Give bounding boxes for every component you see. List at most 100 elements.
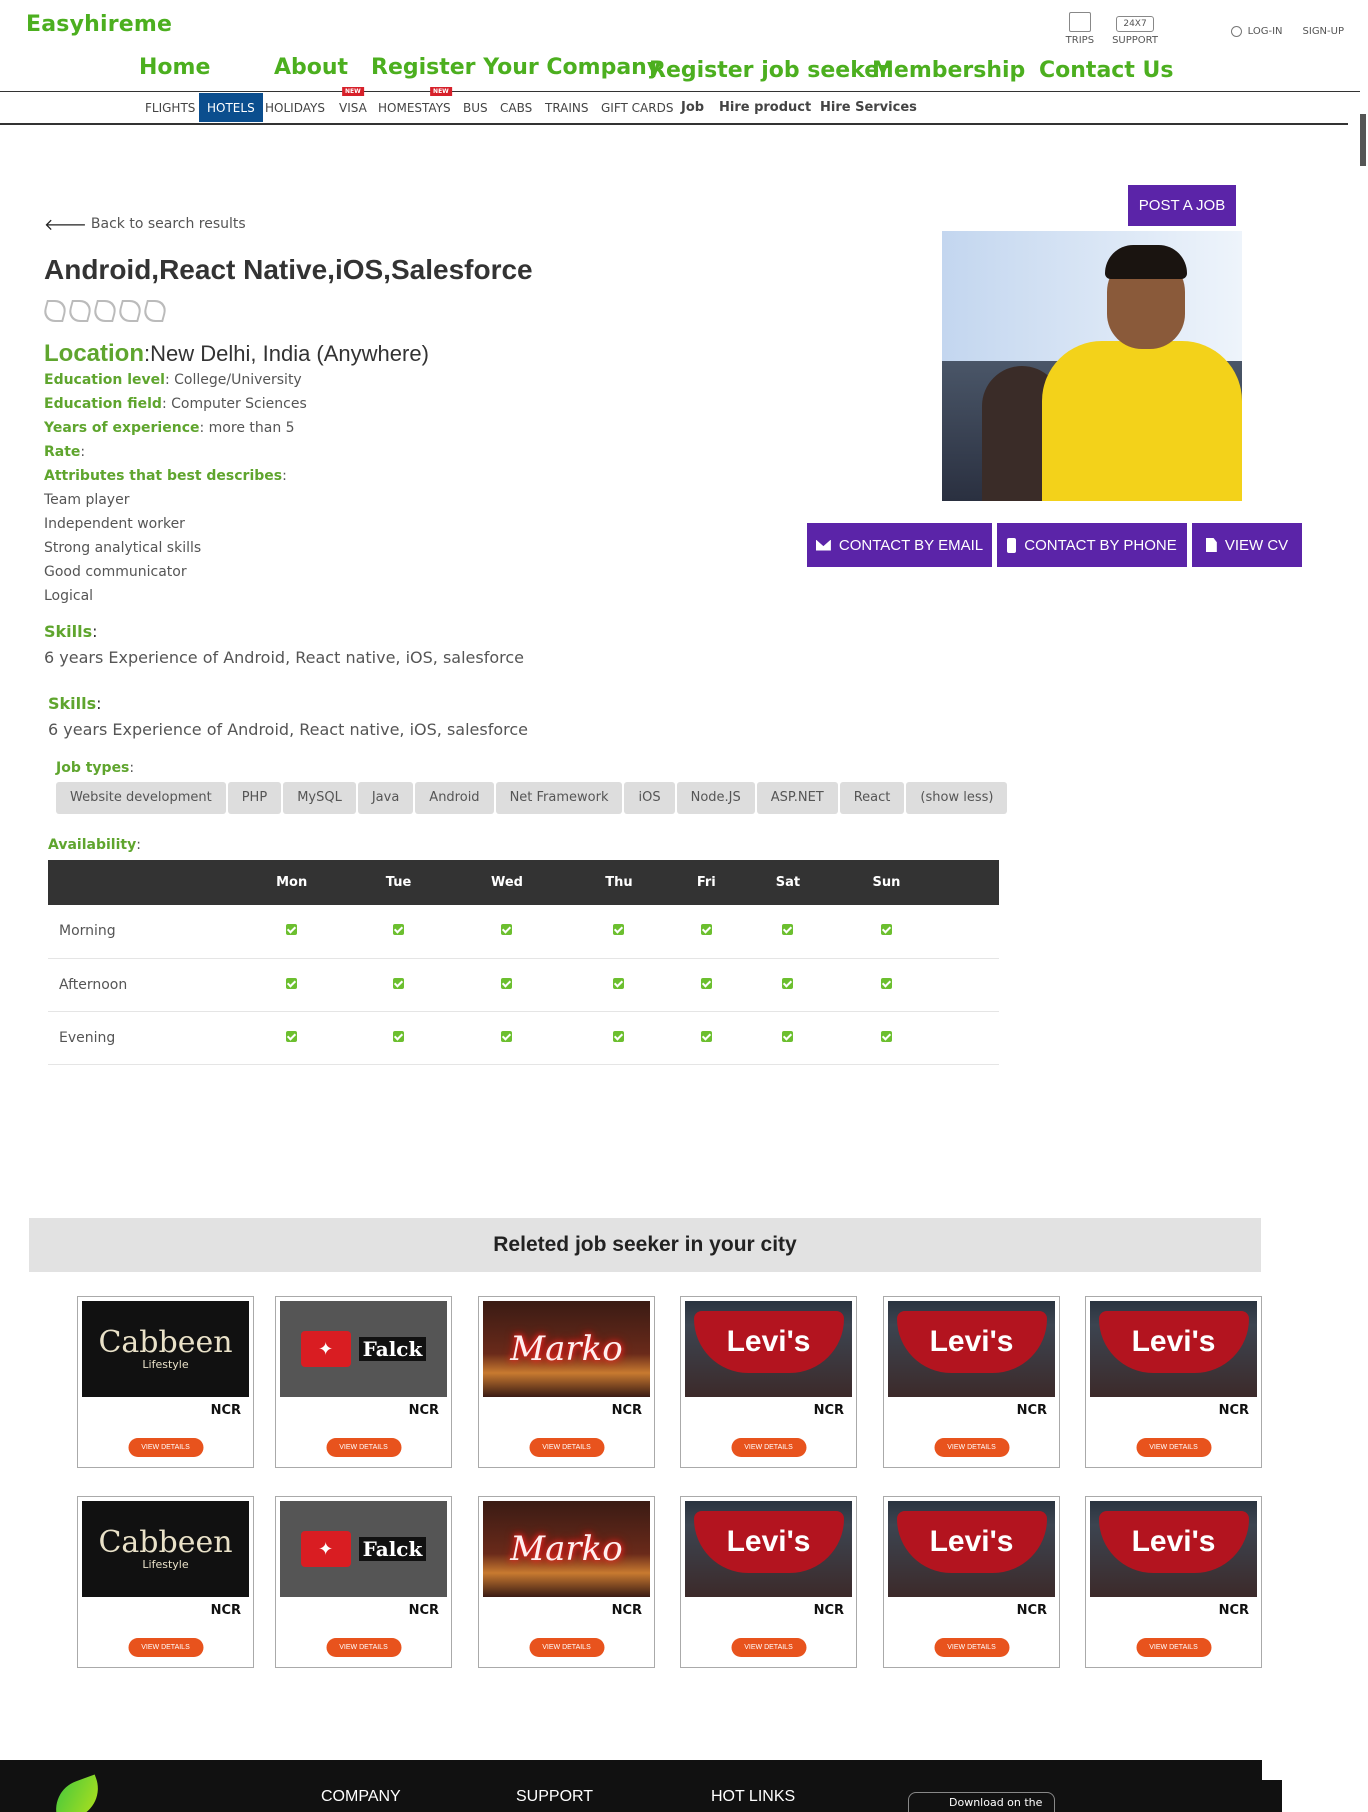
subnav-visa-label: VISA [339, 101, 367, 115]
nav-about[interactable]: About [274, 55, 348, 80]
related-card[interactable]: Marko NCR VIEW DETAILS [478, 1496, 655, 1668]
avail-cell [350, 958, 447, 1012]
availability-spacer [939, 860, 999, 905]
card-city: NCR [813, 1403, 844, 1418]
avail-spacer-cell [939, 1011, 999, 1065]
nav-register-jobseeker[interactable]: Register job seeker [649, 58, 890, 83]
avail-cell [567, 1011, 671, 1065]
subnav-job[interactable]: Job [673, 93, 712, 122]
view-cv-button[interactable]: VIEW CV [1192, 523, 1302, 567]
check-icon [286, 977, 298, 989]
skills-label-text: Skills [48, 694, 97, 713]
availability-table: Mon Tue Wed Thu Fri Sat Sun Morning Afte… [48, 860, 999, 1065]
contact-phone-button[interactable]: CONTACT BY PHONE [997, 523, 1187, 567]
check-icon [393, 1030, 404, 1042]
nav-home[interactable]: Home [139, 55, 210, 80]
job-type-tag[interactable]: MySQL [283, 782, 356, 814]
related-card[interactable]: Marko NCR VIEW DETAILS [478, 1296, 655, 1468]
subnav-visa[interactable]: NEW VISA [331, 87, 375, 122]
view-details-button[interactable]: VIEW DETAILS [934, 1438, 1009, 1457]
subnav-flights[interactable]: FLIGHTS [137, 93, 203, 122]
view-details-button[interactable]: VIEW DETAILS [326, 1438, 401, 1457]
trips-link[interactable]: TRIPS [1066, 12, 1094, 46]
job-types-label: Job types [56, 760, 130, 776]
attribute-item: Team player [44, 492, 130, 508]
nav-contact[interactable]: Contact Us [1039, 58, 1173, 83]
job-type-tag[interactable]: PHP [227, 782, 282, 814]
related-card[interactable]: Levi's NCR VIEW DETAILS [680, 1296, 857, 1468]
show-less-toggle[interactable]: (show less) [906, 782, 1008, 814]
view-details-button[interactable]: VIEW DETAILS [1136, 1638, 1211, 1657]
scrollbar-thumb[interactable] [1360, 114, 1366, 166]
related-card[interactable]: Levi's NCR VIEW DETAILS [680, 1496, 857, 1668]
job-type-tag[interactable]: Android [415, 782, 494, 814]
view-details-button[interactable]: VIEW DETAILS [529, 1638, 604, 1657]
view-details-button[interactable]: VIEW DETAILS [934, 1638, 1009, 1657]
day-header: Mon [233, 860, 351, 905]
subnav-bus[interactable]: BUS [455, 93, 496, 122]
check-icon [782, 924, 794, 936]
related-card[interactable]: ✦ Falck NCR VIEW DETAILS [275, 1296, 452, 1468]
education-level-value: College/University [174, 372, 302, 388]
skills-text-2: 6 years Experience of Android, React nat… [48, 720, 529, 739]
subnav-hotels[interactable]: HOTELS [199, 93, 263, 122]
check-icon [501, 924, 513, 936]
subnav-trains[interactable]: TRAINS [537, 93, 597, 122]
nav-membership[interactable]: Membership [872, 58, 1025, 83]
view-details-button[interactable]: VIEW DETAILS [731, 1638, 806, 1657]
subnav-hire-product[interactable]: Hire product [711, 93, 819, 122]
view-details-button[interactable]: VIEW DETAILS [1136, 1438, 1211, 1457]
brand-image: Cabbeen Lifestyle [82, 1301, 249, 1397]
check-icon [393, 977, 404, 989]
auth-links: LOG-IN SIGN-UP [1230, 26, 1344, 37]
education-field-row: Education field: Computer Sciences [44, 396, 307, 412]
job-type-tag[interactable]: React [839, 782, 905, 814]
subnav-hire-services[interactable]: Hire Services [812, 93, 925, 122]
signup-link[interactable]: SIGN-UP [1303, 26, 1344, 37]
brand-name: Levi's [1098, 1311, 1249, 1373]
avail-cell [446, 1011, 568, 1065]
avail-cell [233, 1011, 351, 1065]
job-type-tag[interactable]: Website development [56, 782, 226, 814]
related-card[interactable]: Cabbeen Lifestyle NCR VIEW DETAILS [77, 1296, 254, 1468]
experience-row: Years of experience: more than 5 [44, 420, 295, 436]
contact-email-button[interactable]: CONTACT BY EMAIL [807, 523, 992, 567]
related-card[interactable]: Levi's NCR VIEW DETAILS [1085, 1296, 1262, 1468]
job-type-tag[interactable]: Node.JS [676, 782, 755, 814]
attributes-label: Attributes that best describes [44, 468, 283, 484]
related-card[interactable]: Levi's NCR VIEW DETAILS [1085, 1496, 1262, 1668]
job-type-tag[interactable]: iOS [624, 782, 675, 814]
view-details-button[interactable]: VIEW DETAILS [731, 1438, 806, 1457]
related-card[interactable]: Cabbeen Lifestyle NCR VIEW DETAILS [77, 1496, 254, 1668]
subnav-holidays[interactable]: HOLIDAYS [257, 93, 333, 122]
skills-text-1: 6 years Experience of Android, React nat… [44, 648, 525, 667]
app-store-badge[interactable]: Download on the [908, 1792, 1055, 1812]
job-type-tag[interactable]: Java [357, 782, 414, 814]
support-link[interactable]: 24X7 SUPPORT [1112, 16, 1158, 46]
subnav-homestays[interactable]: NEW HOMESTAYS [370, 87, 459, 122]
view-details-button[interactable]: VIEW DETAILS [529, 1438, 604, 1457]
view-details-button[interactable]: VIEW DETAILS [128, 1438, 203, 1457]
card-city: NCR [611, 1603, 642, 1618]
post-job-button[interactable]: POST A JOB [1128, 185, 1236, 226]
job-type-tag[interactable]: Net Framework [495, 782, 623, 814]
view-details-button[interactable]: VIEW DETAILS [326, 1638, 401, 1657]
site-logo[interactable]: Easyhireme [26, 12, 172, 37]
brand-name: Levi's [896, 1511, 1047, 1573]
related-card[interactable]: ✦ Falck NCR VIEW DETAILS [275, 1496, 452, 1668]
subnav-cabs[interactable]: CABS [492, 93, 540, 122]
brand-name: Levi's [1098, 1511, 1249, 1573]
job-type-tag[interactable]: ASP.NET [756, 782, 838, 814]
back-to-results-link[interactable]: 🡐 Back to search results [44, 214, 246, 234]
login-link[interactable]: LOG-IN [1230, 26, 1283, 37]
related-card[interactable]: Levi's NCR VIEW DETAILS [883, 1296, 1060, 1468]
support-label: SUPPORT [1112, 35, 1158, 46]
subnav-giftcards[interactable]: GIFT CARDS [593, 93, 681, 122]
nav-register-company[interactable]: Register Your Company [371, 55, 661, 80]
support-24x7-icon: 24X7 [1116, 16, 1154, 32]
view-details-button[interactable]: VIEW DETAILS [128, 1638, 203, 1657]
leaf-icon [66, 300, 94, 322]
app-store-label: Download on the [949, 1796, 1043, 1809]
related-card[interactable]: Levi's NCR VIEW DETAILS [883, 1496, 1060, 1668]
user-icon [1230, 26, 1242, 37]
